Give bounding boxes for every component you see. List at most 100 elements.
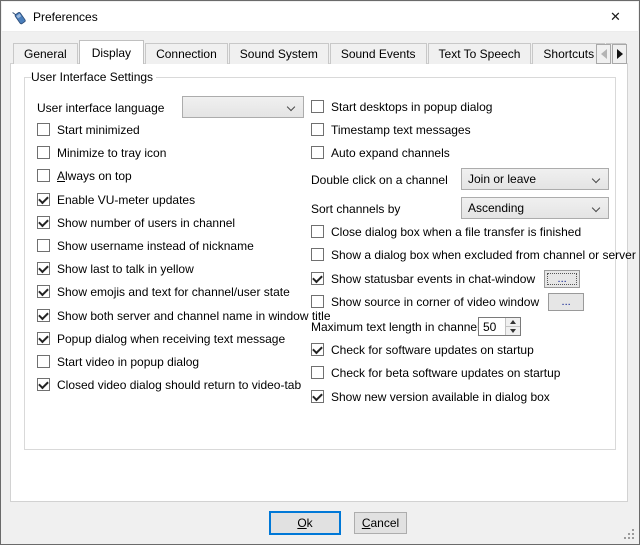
language-label: User interface language xyxy=(37,101,164,115)
tab-bar: GeneralDisplayConnectionSound SystemSoun… xyxy=(13,39,626,64)
checkbox[interactable] xyxy=(311,225,324,238)
tab-shortcuts[interactable]: Shortcuts xyxy=(532,43,605,64)
checkbox-row: Show both server and channel name in win… xyxy=(37,307,331,324)
checkbox[interactable] xyxy=(37,262,50,275)
checkbox[interactable] xyxy=(37,309,50,322)
checkbox-label: Show statusbar events in chat-window xyxy=(331,272,535,286)
checkbox[interactable] xyxy=(311,390,324,403)
resize-grip-icon[interactable] xyxy=(622,527,634,539)
spin-value: 50 xyxy=(483,320,496,334)
chevron-down-icon xyxy=(287,103,295,111)
checkbox-row: Close dialog box when a file transfer is… xyxy=(311,223,581,240)
tab-sound-events[interactable]: Sound Events xyxy=(330,43,427,64)
cancel-button[interactable]: Cancel xyxy=(354,512,407,534)
max-text-length-spinbox[interactable]: 50 xyxy=(478,317,521,336)
checkbox-label: Show last to talk in yellow xyxy=(57,262,194,276)
double-click-label: Double click on a channel xyxy=(311,173,448,187)
checkbox-label: Show both server and channel name in win… xyxy=(57,309,331,323)
tab-general[interactable]: General xyxy=(13,43,78,64)
checkbox-row: Check for software updates on startup xyxy=(311,341,534,358)
tab-connection[interactable]: Connection xyxy=(145,43,228,64)
checkbox-label: Show emojis and text for channel/user st… xyxy=(57,285,290,299)
checkbox-row: Popup dialog when receiving text message xyxy=(37,330,285,347)
checkbox-label: Auto expand channels xyxy=(331,146,450,160)
checkbox-label: Check for software updates on startup xyxy=(331,343,534,357)
checkbox-label: Popup dialog when receiving text message xyxy=(57,332,285,346)
checkbox[interactable] xyxy=(37,378,50,391)
checkbox[interactable] xyxy=(311,343,324,356)
tab-display[interactable]: Display xyxy=(79,40,144,64)
checkbox-label: Minimize to tray icon xyxy=(57,146,166,160)
chevron-down-icon xyxy=(592,175,600,183)
checkbox-row: Start minimized xyxy=(37,121,140,138)
max-text-length-label: Maximum text length in channel list xyxy=(311,320,498,334)
checkbox-label: Enable VU-meter updates xyxy=(57,193,195,207)
checkbox[interactable] xyxy=(311,100,324,113)
ellipsis-button[interactable]: ... xyxy=(548,293,584,311)
checkbox-label: Check for beta software updates on start… xyxy=(331,366,560,380)
tab-scroll-right-button[interactable] xyxy=(612,44,627,64)
tab-text-to-speech[interactable]: Text To Speech xyxy=(428,43,532,64)
checkbox[interactable] xyxy=(37,193,50,206)
checkbox-row: Show a dialog box when excluded from cha… xyxy=(311,246,636,263)
checkbox-label: Closed video dialog should return to vid… xyxy=(57,378,301,392)
ellipsis-button[interactable]: ... xyxy=(544,270,580,288)
spin-up-button[interactable] xyxy=(506,318,520,326)
double-click-combobox[interactable]: Join or leave xyxy=(461,168,609,190)
arrow-right-icon xyxy=(617,49,623,59)
checkbox[interactable] xyxy=(37,285,50,298)
checkbox-row: Enable VU-meter updates xyxy=(37,191,195,208)
checkbox-label: Show number of users in channel xyxy=(57,216,235,230)
checkbox-row: Closed video dialog should return to vid… xyxy=(37,376,301,393)
checkbox[interactable] xyxy=(311,272,324,285)
checkbox[interactable] xyxy=(37,146,50,159)
close-icon: ✕ xyxy=(610,9,621,25)
checkbox-row: Timestamp text messages xyxy=(311,121,471,138)
checkbox[interactable] xyxy=(311,123,324,136)
checkbox-label: Show source in corner of video window xyxy=(331,295,539,309)
spin-down-button[interactable] xyxy=(506,326,520,334)
checkbox[interactable] xyxy=(311,248,324,261)
group-title: User Interface Settings xyxy=(31,70,156,84)
sort-channels-combobox[interactable]: Ascending xyxy=(461,197,609,219)
checkbox[interactable] xyxy=(37,332,50,345)
checkbox-label: Show a dialog box when excluded from cha… xyxy=(331,248,636,262)
checkbox-label: Show new version available in dialog box xyxy=(331,390,550,404)
checkbox[interactable] xyxy=(311,366,324,379)
checkbox-label: Timestamp text messages xyxy=(331,123,471,137)
sort-channels-label: Sort channels by xyxy=(311,202,400,216)
checkbox-row: Show statusbar events in chat-window... xyxy=(311,270,580,287)
checkbox-row: Start video in popup dialog xyxy=(37,353,199,370)
spin-buttons xyxy=(505,318,520,335)
double-click-value: Join or leave xyxy=(468,172,536,186)
checkbox[interactable] xyxy=(37,216,50,229)
checkbox-row: Show source in corner of video window... xyxy=(311,293,584,310)
spin-up-icon xyxy=(510,320,516,324)
checkbox-label: Always on top xyxy=(57,169,132,183)
checkbox[interactable] xyxy=(311,295,324,308)
checkbox-row: Auto expand channels xyxy=(311,144,450,161)
checkbox-row: Minimize to tray icon xyxy=(37,144,166,161)
checkbox[interactable] xyxy=(37,123,50,136)
checkbox-row: Always on top xyxy=(37,167,132,184)
close-button[interactable]: ✕ xyxy=(593,2,638,31)
checkbox-label: Start desktops in popup dialog xyxy=(331,100,492,114)
checkbox[interactable] xyxy=(37,169,50,182)
checkbox-row: Show new version available in dialog box xyxy=(311,388,550,405)
checkbox[interactable] xyxy=(37,355,50,368)
checkbox[interactable] xyxy=(37,239,50,252)
spin-down-icon xyxy=(510,329,516,333)
window-title: Preferences xyxy=(33,10,98,24)
checkbox-label: Close dialog box when a file transfer is… xyxy=(331,225,581,239)
checkbox-row: Show emojis and text for channel/user st… xyxy=(37,283,290,300)
checkbox[interactable] xyxy=(311,146,324,159)
language-combobox[interactable] xyxy=(182,96,304,118)
ok-button[interactable]: Ok xyxy=(269,511,341,535)
tab-scroll-left-button[interactable] xyxy=(596,44,611,64)
checkbox-row: Show last to talk in yellow xyxy=(37,260,194,277)
checkbox-row: Show username instead of nickname xyxy=(37,237,254,254)
checkbox-label: Start minimized xyxy=(57,123,140,137)
tab-sound-system[interactable]: Sound System xyxy=(229,43,329,64)
checkbox-row: Start desktops in popup dialog xyxy=(311,98,492,115)
arrow-left-icon xyxy=(601,49,607,59)
